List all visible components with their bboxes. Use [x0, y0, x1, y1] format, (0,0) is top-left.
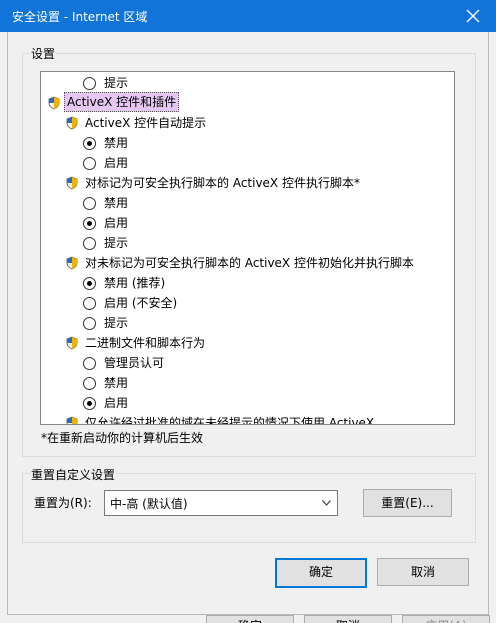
option-label: 提示 [104, 76, 129, 90]
background-ok-button: 确定 [206, 615, 294, 623]
background-window-strip: 确定 取消 应用(A) [0, 615, 496, 623]
option-label: 提示 [104, 316, 129, 330]
radio-button[interactable] [83, 297, 96, 310]
setting-label: ActiveX 控件自动提示 [85, 116, 207, 130]
security-shield-icon [66, 336, 78, 350]
radio-button-selected[interactable] [83, 217, 96, 230]
settings-group-label: 设置 [30, 45, 57, 62]
radio-button-selected[interactable] [83, 277, 96, 290]
close-icon [466, 9, 480, 23]
option-label: 提示 [104, 236, 129, 250]
background-cancel-button: 取消 [304, 615, 392, 623]
security-shield-icon [66, 256, 78, 270]
option-label: 管理员认可 [104, 356, 165, 370]
background-apply-button: 应用(A) [402, 615, 490, 623]
option-label: 禁用 [104, 196, 129, 210]
radio-button[interactable] [83, 377, 96, 390]
security-shield-icon [48, 96, 60, 110]
settings-tree[interactable]: 提示 ActiveX 控件和插件 ActiveX 控件自动提示 禁用 启用 对标… [40, 71, 455, 425]
option-label: 禁用 [104, 136, 129, 150]
setting-label: 对标记为可安全执行脚本的 ActiveX 控件执行脚本* [85, 176, 360, 190]
close-button[interactable] [450, 0, 496, 32]
security-shield-icon [66, 416, 78, 424]
radio-button-selected[interactable] [83, 137, 96, 150]
reset-button[interactable]: 重置(E)... [363, 489, 452, 517]
security-shield-icon [66, 116, 78, 130]
radio-button[interactable] [83, 317, 96, 330]
setting-label: 二进制文件和脚本行为 [85, 336, 206, 350]
radio-button[interactable] [83, 157, 96, 170]
security-shield-icon [66, 176, 78, 190]
reset-level-dropdown[interactable]: 中-高 (默认值) [104, 490, 338, 516]
reset-group-label: 重置自定义设置 [30, 466, 117, 483]
chevron-down-icon [322, 500, 331, 506]
window-border-right [488, 32, 489, 615]
radio-button[interactable] [83, 197, 96, 210]
setting-label: 仅允许经过批准的域在未经提示的情况下使用 ActiveX [85, 416, 375, 425]
ok-button[interactable]: 确定 [275, 558, 367, 588]
dropdown-value: 中-高 (默认值) [110, 497, 188, 511]
cancel-button[interactable]: 取消 [377, 558, 469, 586]
radio-button[interactable] [83, 357, 96, 370]
radio-button[interactable] [83, 77, 96, 90]
option-label: 启用 [104, 156, 129, 170]
radio-button-selected[interactable] [83, 397, 96, 410]
title-bar: 安全设置 - Internet 区域 [0, 0, 496, 32]
option-label: 禁用 [104, 376, 129, 390]
option-label: 启用 [104, 216, 129, 230]
radio-button[interactable] [83, 237, 96, 250]
window-title: 安全设置 - Internet 区域 [12, 10, 148, 24]
reset-to-label: 重置为(R): [34, 496, 92, 510]
option-label: 启用 (不安全) [104, 296, 178, 310]
window-border-left [7, 32, 8, 615]
category-label: ActiveX 控件和插件 [64, 92, 180, 112]
option-label: 启用 [104, 396, 129, 410]
restart-note: *在重新启动你的计算机后生效 [41, 431, 204, 445]
setting-label: 对未标记为可安全执行脚本的 ActiveX 控件初始化并执行脚本 [85, 256, 414, 270]
option-label: 禁用 (推荐) [104, 276, 166, 290]
